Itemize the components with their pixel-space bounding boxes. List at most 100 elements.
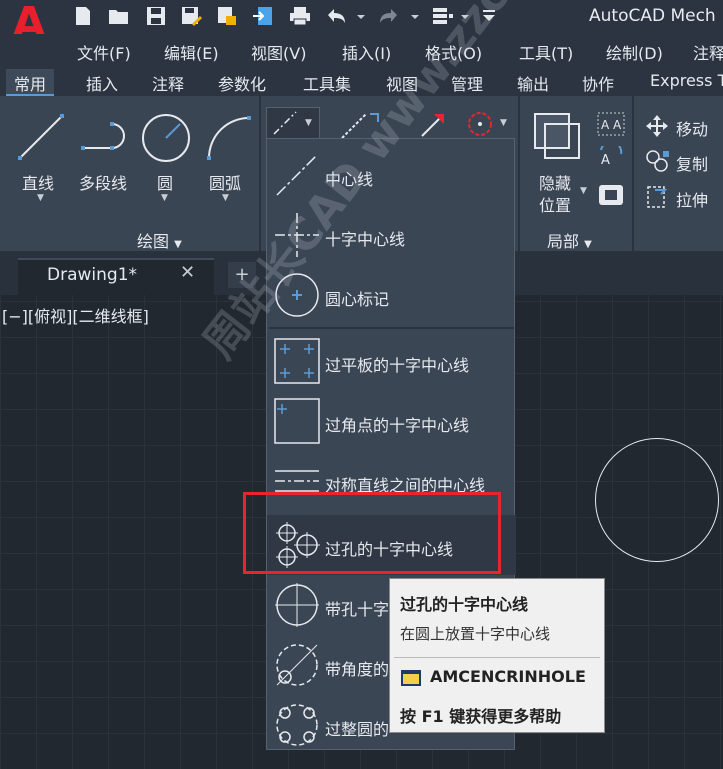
redo-dropdown-icon[interactable] xyxy=(410,6,420,26)
move-icon[interactable] xyxy=(645,114,669,138)
highlight-annotation xyxy=(243,492,501,574)
dropdown-label: 带角度的 xyxy=(325,660,390,679)
polyline-icon[interactable] xyxy=(80,118,132,158)
local-panel-title: 局部 xyxy=(547,232,580,251)
dropdown-label: 中心线 xyxy=(325,170,374,189)
stretch-icon[interactable] xyxy=(645,184,671,210)
menu-tools[interactable]: 工具(T) xyxy=(519,40,573,64)
centerline-icon[interactable] xyxy=(272,110,298,136)
circle-target-icon[interactable] xyxy=(466,110,494,138)
tab-collaborate[interactable]: 协作 xyxy=(574,69,622,96)
chevron-down-icon[interactable]: ▼ xyxy=(500,118,507,128)
position-label[interactable]: 位置 xyxy=(539,192,571,216)
tool-line-label[interactable]: 直线 xyxy=(22,170,54,194)
cross-with-hole-icon xyxy=(275,583,319,627)
stretch-label[interactable]: 拉伸 xyxy=(676,187,708,211)
workspace-icon[interactable] xyxy=(432,6,454,26)
panel-divider xyxy=(259,96,261,251)
svg-text:A: A xyxy=(601,153,610,168)
menu-view[interactable]: 视图(V) xyxy=(251,40,306,64)
menu-file[interactable]: 文件(F) xyxy=(77,40,131,64)
tooltip-help: 按 F1 键获得更多帮助 xyxy=(400,707,562,726)
close-icon[interactable]: ✕ xyxy=(180,262,195,283)
customize-icon[interactable] xyxy=(482,6,496,26)
circle-icon[interactable] xyxy=(140,112,192,164)
line-icon[interactable] xyxy=(16,112,66,162)
dropdown-item-corner-cross[interactable]: 过角点的十字中心线 xyxy=(267,391,516,451)
dropdown-label: 过角点的十字中心线 xyxy=(325,416,470,435)
menu-draw[interactable]: 绘制(D) xyxy=(606,40,663,64)
menu-edit[interactable]: 编辑(E) xyxy=(164,40,219,64)
menu-insert[interactable]: 插入(I) xyxy=(342,40,391,64)
save-as-icon[interactable] xyxy=(180,6,202,26)
tool-circle-label[interactable]: 圆 xyxy=(157,170,173,194)
move-label[interactable]: 移动 xyxy=(676,116,708,140)
draw-panel-title: 绘图 xyxy=(137,232,170,251)
text-scale-icon[interactable]: AA xyxy=(597,112,625,136)
menu-annotate[interactable]: 注释 xyxy=(693,40,723,64)
chevron-down-icon[interactable]: ▼ xyxy=(37,193,44,203)
dropdown-item-plate-cross[interactable]: 过平板的十字中心线 xyxy=(267,331,516,391)
menu-format[interactable]: 格式(O) xyxy=(425,40,482,64)
plate-cross-icon xyxy=(274,338,320,384)
copy-label[interactable]: 复制 xyxy=(676,151,708,175)
redo-icon[interactable] xyxy=(378,6,400,26)
tooltip-title: 过孔的十字中心线 xyxy=(400,595,529,614)
dropdown-item-center-mark[interactable]: 圆心标记 xyxy=(267,265,516,325)
undo-dropdown-icon[interactable] xyxy=(356,6,366,26)
tab-toolsets[interactable]: 工具集 xyxy=(295,69,359,96)
print-icon[interactable] xyxy=(289,6,311,26)
tool-polyline-label[interactable]: 多段线 xyxy=(79,170,127,194)
dropdown-label: 过整圆的 xyxy=(325,720,390,739)
tab-parametric[interactable]: 参数化 xyxy=(210,69,274,96)
attach-icon[interactable] xyxy=(597,182,625,208)
tab-output[interactable]: 输出 xyxy=(509,69,557,96)
panel-divider xyxy=(632,96,634,251)
tool-arc-label[interactable]: 圆弧 xyxy=(209,170,241,194)
dropdown-separator xyxy=(269,327,514,329)
dropdown-label: 十字中心线 xyxy=(325,230,406,249)
tooltip-description: 在圆上放置十字中心线 xyxy=(400,625,551,643)
hide-position-icon[interactable] xyxy=(533,112,583,162)
tab-manage[interactable]: 管理 xyxy=(443,69,491,96)
tab-view[interactable]: 视图 xyxy=(378,69,426,96)
center-mark-icon xyxy=(275,273,319,317)
extend-icon[interactable] xyxy=(418,110,450,140)
workspace-dropdown-icon[interactable] xyxy=(460,6,470,26)
chevron-down-icon[interactable]: ▼ xyxy=(161,193,168,203)
tab-insert[interactable]: 插入 xyxy=(78,69,126,96)
open-icon[interactable] xyxy=(108,6,130,26)
chevron-down-icon[interactable]: ▼ xyxy=(580,186,587,196)
hide-label[interactable]: 隐藏 xyxy=(539,170,571,194)
dropdown-item-cross-centerline[interactable]: 十字中心线 xyxy=(267,205,516,265)
document-title[interactable]: Drawing1* xyxy=(47,265,137,285)
save-icon[interactable] xyxy=(145,6,167,26)
share-icon[interactable] xyxy=(252,6,274,26)
trim-icon[interactable] xyxy=(340,110,384,140)
dropdown-label: 圆心标记 xyxy=(325,290,390,309)
add-tab-button[interactable]: + xyxy=(228,262,256,288)
chevron-down-icon: ▼ xyxy=(174,239,182,250)
tooltip-separator xyxy=(394,657,600,658)
tab-annotate[interactable]: 注释 xyxy=(144,69,192,96)
open-from-web-icon[interactable] xyxy=(216,6,238,26)
dropdown-item-centerline[interactable]: 中心线 xyxy=(267,145,516,205)
tooltip: 过孔的十字中心线 在圆上放置十字中心线 AMCENCRINHOLE 按 F1 键… xyxy=(389,578,605,733)
chevron-down-icon[interactable]: ▼ xyxy=(305,118,312,128)
rotate-text-icon[interactable]: A xyxy=(597,146,625,172)
dropdown-label: 过平板的十字中心线 xyxy=(325,356,470,375)
drawn-circle[interactable] xyxy=(595,438,719,562)
panel-divider xyxy=(518,96,520,251)
centerline-icon xyxy=(276,154,318,196)
viewport-controls[interactable]: [−][俯视][二维线框] xyxy=(2,303,149,327)
tab-home[interactable]: 常用 xyxy=(6,69,55,96)
undo-icon[interactable] xyxy=(325,6,347,26)
chevron-down-icon[interactable]: ▼ xyxy=(222,193,229,203)
new-icon[interactable] xyxy=(72,6,94,26)
copy-icon[interactable] xyxy=(645,149,671,173)
tab-express-tools[interactable]: Express T xyxy=(642,69,723,96)
angled-cross-icon xyxy=(276,644,318,686)
corner-cross-icon xyxy=(274,398,320,444)
arc-icon[interactable] xyxy=(203,112,255,162)
command-icon xyxy=(401,670,421,686)
